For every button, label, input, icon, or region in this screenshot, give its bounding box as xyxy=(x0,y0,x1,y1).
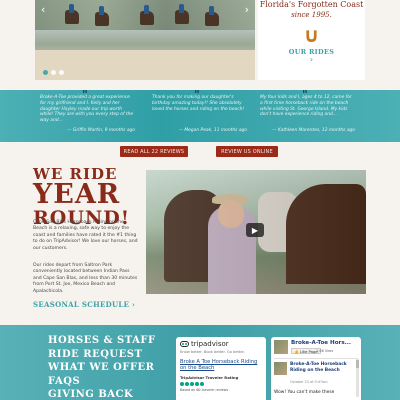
hero-section: ‹ › Florida's Forgotten Coast since 1995… xyxy=(0,0,400,90)
slider-photo-rider xyxy=(144,5,149,14)
testimonial-text: My four kids and I, ages 4 to 12, came f… xyxy=(260,95,352,118)
footer-nav-what-we-offer[interactable]: WHAT WE OFFER xyxy=(48,361,156,375)
facebook-widget: Broke-A-Toe Hors... 👍 Like Page 1.6K lik… xyxy=(271,337,361,400)
footer-nav-faqs[interactable]: FAQS xyxy=(48,375,156,389)
tripadvisor-rating-label: TripAdvisor Traveler Rating xyxy=(180,374,239,380)
tripadvisor-widget: tripadvisor Know better. Book better. Go… xyxy=(176,337,266,400)
tripadvisor-logo[interactable]: tripadvisor xyxy=(180,340,262,348)
facebook-post-author[interactable]: Broke-A-Toe Horseback Riding on the Beac… xyxy=(290,362,350,373)
slider-next-arrow-icon[interactable]: › xyxy=(245,4,249,15)
rating-bubble-icon xyxy=(195,381,199,386)
testimonial-author: — Megan Peak, 11 months ago xyxy=(178,128,247,133)
tripadvisor-review-count[interactable]: Based on 60 traveler reviews xyxy=(180,388,262,392)
testimonial-text: Thank you for making our daughter's birt… xyxy=(152,95,245,112)
slider-dot-1[interactable] xyxy=(43,70,48,75)
rating-bubble-icon xyxy=(180,381,184,386)
promo-headline: Florida's Forgotten Coast xyxy=(259,0,364,9)
facebook-post-date[interactable]: October 23 at 9:47am xyxy=(290,380,328,384)
thumbs-up-icon: 👍 xyxy=(294,348,299,354)
testimonial-author: — Griffin Martin, 9 months ago xyxy=(67,128,135,133)
tripadvisor-tagline: Know better. Book better. Go better. xyxy=(180,350,245,354)
review-us-online-button[interactable]: REVIEW US ONLINE xyxy=(216,146,278,157)
slider-photo-rider xyxy=(179,4,184,13)
hero-slider[interactable]: ‹ › xyxy=(35,0,255,80)
rating-bubble-icon xyxy=(185,381,189,386)
intro-paragraph: Cape San Blas Horseback Riding on the Be… xyxy=(33,220,138,251)
slider-photo-rider xyxy=(99,6,104,15)
video-player[interactable]: ▶ xyxy=(146,170,366,294)
tripadvisor-business-link[interactable]: Broke A Toe Horseback Riding on the Beac… xyxy=(180,359,262,372)
tripadvisor-rating-bubbles xyxy=(180,381,262,386)
facebook-page-avatar[interactable] xyxy=(274,340,288,354)
slider-photo-beach xyxy=(35,50,255,80)
slider-dot-2[interactable] xyxy=(51,70,56,75)
footer-nav: HORSES & STAFF RIDE REQUEST WHAT WE OFFE… xyxy=(48,334,156,400)
footer-nav-giving-back[interactable]: GIVING BACK xyxy=(48,388,156,400)
location-paragraph: Our rides depart from Saltron Park conve… xyxy=(33,263,138,294)
testimonials-band: " Broke-A-Toe provided a great experienc… xyxy=(0,88,400,142)
slider-prev-arrow-icon[interactable]: ‹ xyxy=(41,4,45,15)
slider-photo-rider xyxy=(209,6,214,15)
title-line-2: YEAR xyxy=(33,179,121,210)
seasonal-schedule-link[interactable]: SEASONAL SCHEDULE › xyxy=(33,300,135,309)
facebook-page-title[interactable]: Broke-A-Toe Hors... xyxy=(291,340,351,346)
facebook-likes-count: 1.6K likes xyxy=(316,349,334,353)
section-title: WE RIDE YEAR ROUND! xyxy=(33,166,130,228)
footer-nav-horses-staff[interactable]: HORSES & STAFF xyxy=(48,334,156,348)
slider-dot-3[interactable] xyxy=(59,70,64,75)
rating-bubble-icon xyxy=(190,381,194,386)
tripadvisor-owl-icon xyxy=(180,341,189,347)
facebook-divider xyxy=(274,358,358,359)
testimonial-author: — Kathleen Marentes, 12 months ago xyxy=(272,128,355,133)
promo-card: Florida's Forgotten Coast since 1995. ∪ … xyxy=(258,0,365,80)
facebook-post-text: Wow! You can't make these xyxy=(274,390,335,395)
review-buttons: READ ALL 22 REVIEWS REVIEW US ONLINE xyxy=(0,142,400,162)
read-all-reviews-button[interactable]: READ ALL 22 REVIEWS xyxy=(120,146,188,157)
facebook-scrollbar-thumb[interactable] xyxy=(356,360,359,368)
rating-bubble-icon xyxy=(200,381,204,386)
slider-dots xyxy=(43,70,64,75)
year-round-section: WE RIDE YEAR ROUND! Cape San Blas Horseb… xyxy=(0,162,400,325)
slider-photo-rider xyxy=(69,4,74,13)
chevron-right-icon[interactable]: › xyxy=(258,56,365,64)
facebook-like-label: Like Page xyxy=(299,348,318,354)
facebook-post-avatar[interactable] xyxy=(274,362,287,375)
promo-since: since 1995. xyxy=(291,11,332,19)
footer-nav-ride-request[interactable]: RIDE REQUEST xyxy=(48,348,156,362)
horseshoe-icon: ∪ xyxy=(303,23,320,47)
play-icon[interactable]: ▶ xyxy=(246,223,264,237)
tripadvisor-logo-text: tripadvisor xyxy=(191,340,229,348)
testimonial-text: Broke-A-Toe provided a great experience … xyxy=(40,95,134,124)
